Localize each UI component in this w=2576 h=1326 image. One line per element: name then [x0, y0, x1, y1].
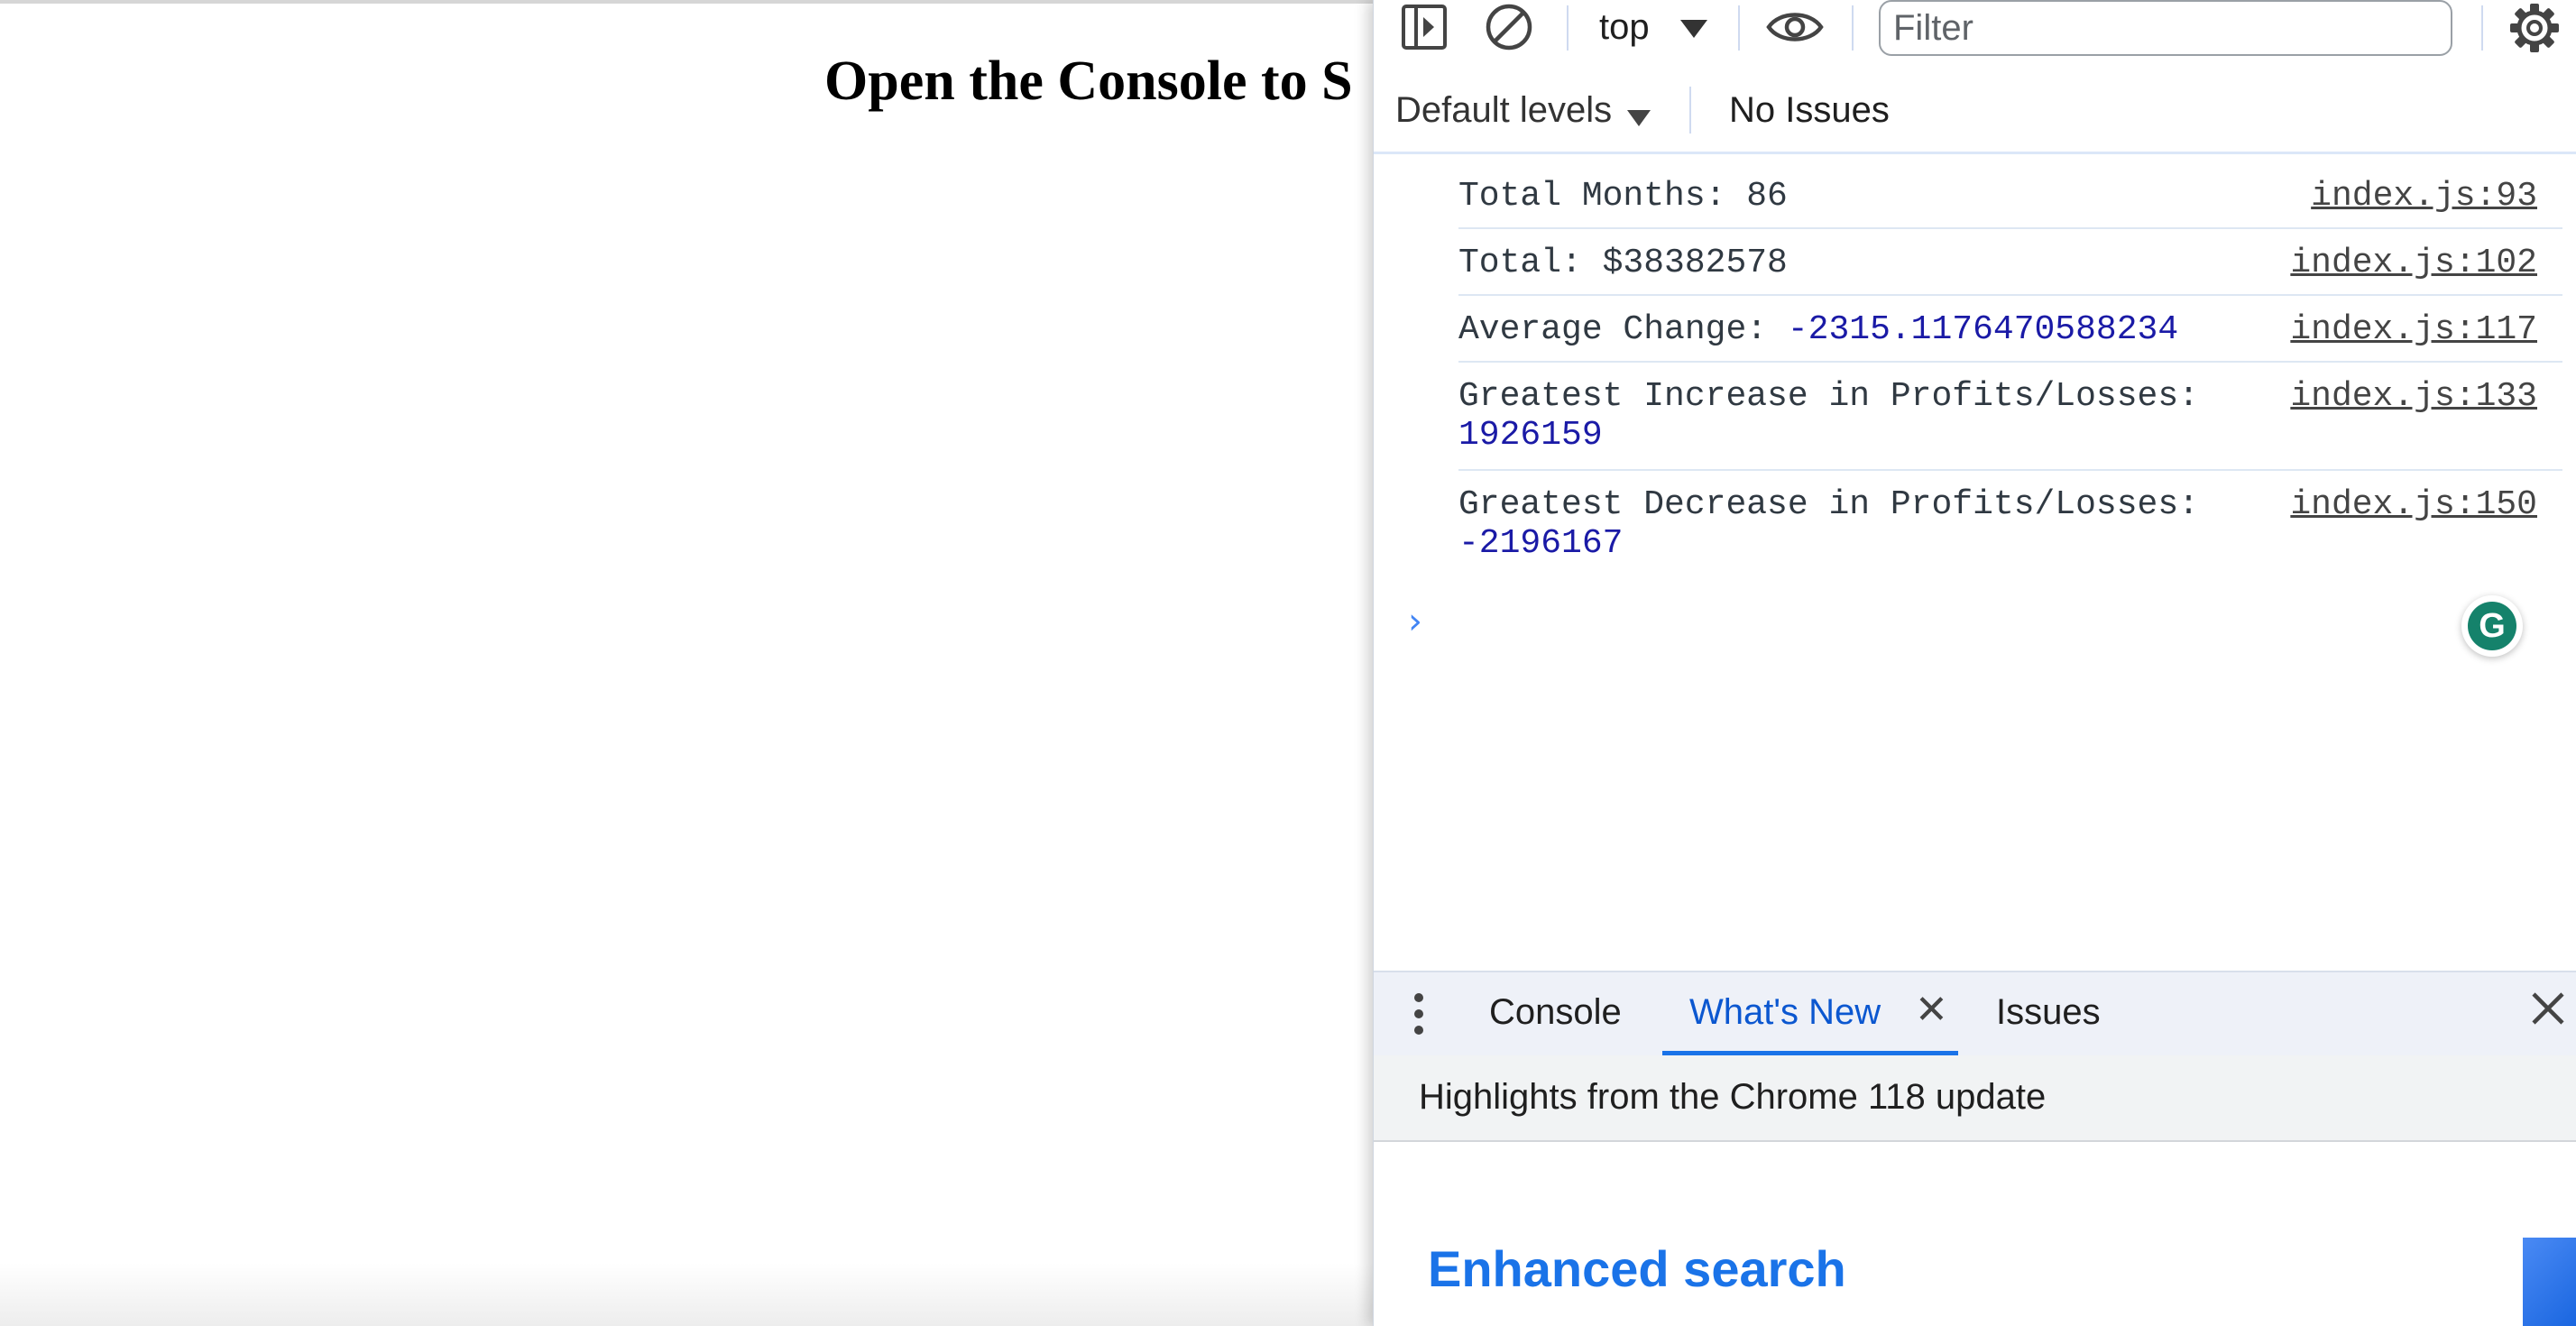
message-text: Total: $38382578	[1458, 244, 1788, 282]
message-value: -2315.1176470588234	[1787, 310, 2179, 349]
console-message: Total Months: 86 index.js:93	[1458, 177, 2550, 216]
context-value: top	[1599, 7, 1650, 47]
toolbar-separator	[1689, 87, 1691, 134]
context-selector[interactable]: top	[1374, 0, 1725, 54]
whats-new-section-title[interactable]: Enhanced search	[1428, 1239, 1846, 1298]
grammarly-icon[interactable]: G	[2461, 595, 2523, 657]
devtools-panel: top Default levels No Issues Total Mon	[1373, 0, 2576, 1326]
toolbar-separator	[1852, 5, 1854, 51]
chevron-down-icon	[1680, 20, 1707, 38]
close-drawer-icon[interactable]	[2525, 985, 2571, 1032]
message-divider	[1458, 469, 2562, 471]
message-text: Average Change:	[1458, 310, 1788, 349]
console-prompt-chevron-icon[interactable]: ›	[1408, 601, 1422, 642]
tab-whats-new[interactable]: What's New ✕	[1662, 972, 1958, 1055]
log-levels-dropdown[interactable]: Default levels	[1395, 90, 1651, 134]
web-page: Open the Console to S	[0, 0, 1373, 1326]
message-text: Greatest Decrease in Profits/Losses:	[1458, 485, 2199, 524]
tab-whats-new-label: What's New	[1689, 992, 1881, 1032]
toolbar-divider	[1374, 152, 2576, 154]
live-expression-eye-icon[interactable]	[1765, 5, 1825, 49]
message-divider	[1458, 361, 2562, 363]
issues-counter[interactable]: No Issues	[1729, 90, 1890, 131]
page-top-border	[0, 0, 1373, 4]
source-link[interactable]: index.js:150	[2290, 485, 2537, 524]
tab-issues[interactable]: Issues	[1996, 992, 2101, 1033]
whats-new-header: Highlights from the Chrome 118 update	[1374, 1055, 2576, 1142]
message-divider	[1458, 294, 2562, 296]
message-value: -2196167	[1458, 524, 1624, 563]
source-link[interactable]: index.js:117	[2290, 310, 2537, 349]
console-message: Greatest Increase in Profits/Losses: 192…	[1458, 377, 2550, 455]
source-link[interactable]: index.js:133	[2290, 377, 2537, 416]
message-value: 1926159	[1458, 416, 1603, 455]
scrollbar-thumb[interactable]	[2523, 1238, 2576, 1326]
chevron-down-icon	[1626, 109, 1651, 126]
drawer-tab-bar: Console What's New ✕ Issues	[1374, 971, 2576, 1057]
whats-new-highlights: Highlights from the Chrome 118 update	[1419, 1077, 2047, 1117]
console-message: Total: $38382578 index.js:102	[1458, 244, 2550, 282]
message-text: Total Months: 86	[1458, 177, 1788, 216]
toolbar-separator	[1738, 5, 1740, 51]
log-levels-label: Default levels	[1395, 90, 1613, 130]
settings-gear-icon[interactable]	[2508, 2, 2561, 54]
filter-input[interactable]	[1879, 0, 2452, 56]
console-message: Average Change: -2315.1176470588234 inde…	[1458, 310, 2550, 349]
page-heading: Open the Console to S	[824, 51, 1353, 112]
toolbar-separator	[2481, 5, 2483, 51]
more-options-icon[interactable]	[1413, 992, 1424, 1036]
source-link[interactable]: index.js:93	[2311, 177, 2537, 216]
page-bottom-shade	[0, 1263, 1373, 1326]
tab-console[interactable]: Console	[1489, 992, 1622, 1033]
source-link[interactable]: index.js:102	[2290, 244, 2537, 282]
close-tab-icon[interactable]: ✕	[1915, 987, 1948, 1033]
message-text: Greatest Increase in Profits/Losses:	[1458, 377, 2199, 416]
message-divider	[1458, 227, 2562, 229]
console-message: Greatest Decrease in Profits/Losses: -21…	[1458, 485, 2550, 563]
grammarly-logo: G	[2468, 602, 2516, 650]
